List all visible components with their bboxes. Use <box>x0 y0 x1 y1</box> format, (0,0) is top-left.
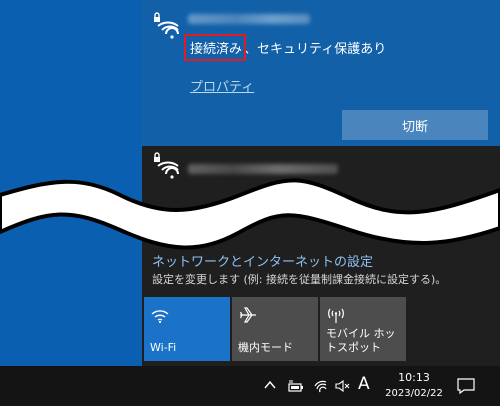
volume-muted-icon[interactable] <box>334 378 350 394</box>
wifi-toggle-tile[interactable]: Wi-Fi <box>144 297 230 361</box>
torn-edge-divider <box>0 178 500 250</box>
hotspot-icon <box>328 308 344 323</box>
secured-wifi-icon <box>154 12 179 39</box>
wifi-tile-label: Wi-Fi <box>150 341 177 354</box>
airplane-icon <box>239 307 256 323</box>
mobile-hotspot-label: モバイル ホットスポット <box>326 327 396 354</box>
clock-date[interactable]: 2023/02/22 <box>376 387 452 401</box>
airplane-mode-tile[interactable]: 機内モード <box>232 297 318 361</box>
wifi-tray-icon[interactable] <box>312 378 328 394</box>
clock-time[interactable]: 10:13 <box>382 370 446 386</box>
notification-icon[interactable] <box>456 377 476 395</box>
ime-indicator[interactable]: A <box>358 374 370 394</box>
chevron-up-icon[interactable] <box>264 380 276 390</box>
network-name-redacted <box>188 14 310 24</box>
active-network-item[interactable]: 接続済み 、セキュリティ保護あり プロパティ 切断 <box>142 0 500 146</box>
disconnect-button[interactable]: 切断 <box>342 110 488 140</box>
taskbar: A 10:13 2023/02/22 <box>0 366 500 406</box>
security-status-text: 、セキュリティ保護あり <box>244 42 387 57</box>
network-settings-description: 設定を変更します (例: 接続を従量制課金接続に設定する)。 <box>152 273 447 286</box>
battery-charging-icon[interactable] <box>287 378 305 394</box>
mobile-hotspot-tile[interactable]: モバイル ホットスポット <box>320 297 406 361</box>
wifi-icon <box>151 310 169 324</box>
airplane-mode-label: 機内モード <box>238 341 293 354</box>
connection-status: 接続済み 、セキュリティ保護あり <box>183 34 387 61</box>
connected-status-highlight: 接続済み <box>183 34 247 61</box>
properties-link[interactable]: プロパティ <box>190 76 254 95</box>
